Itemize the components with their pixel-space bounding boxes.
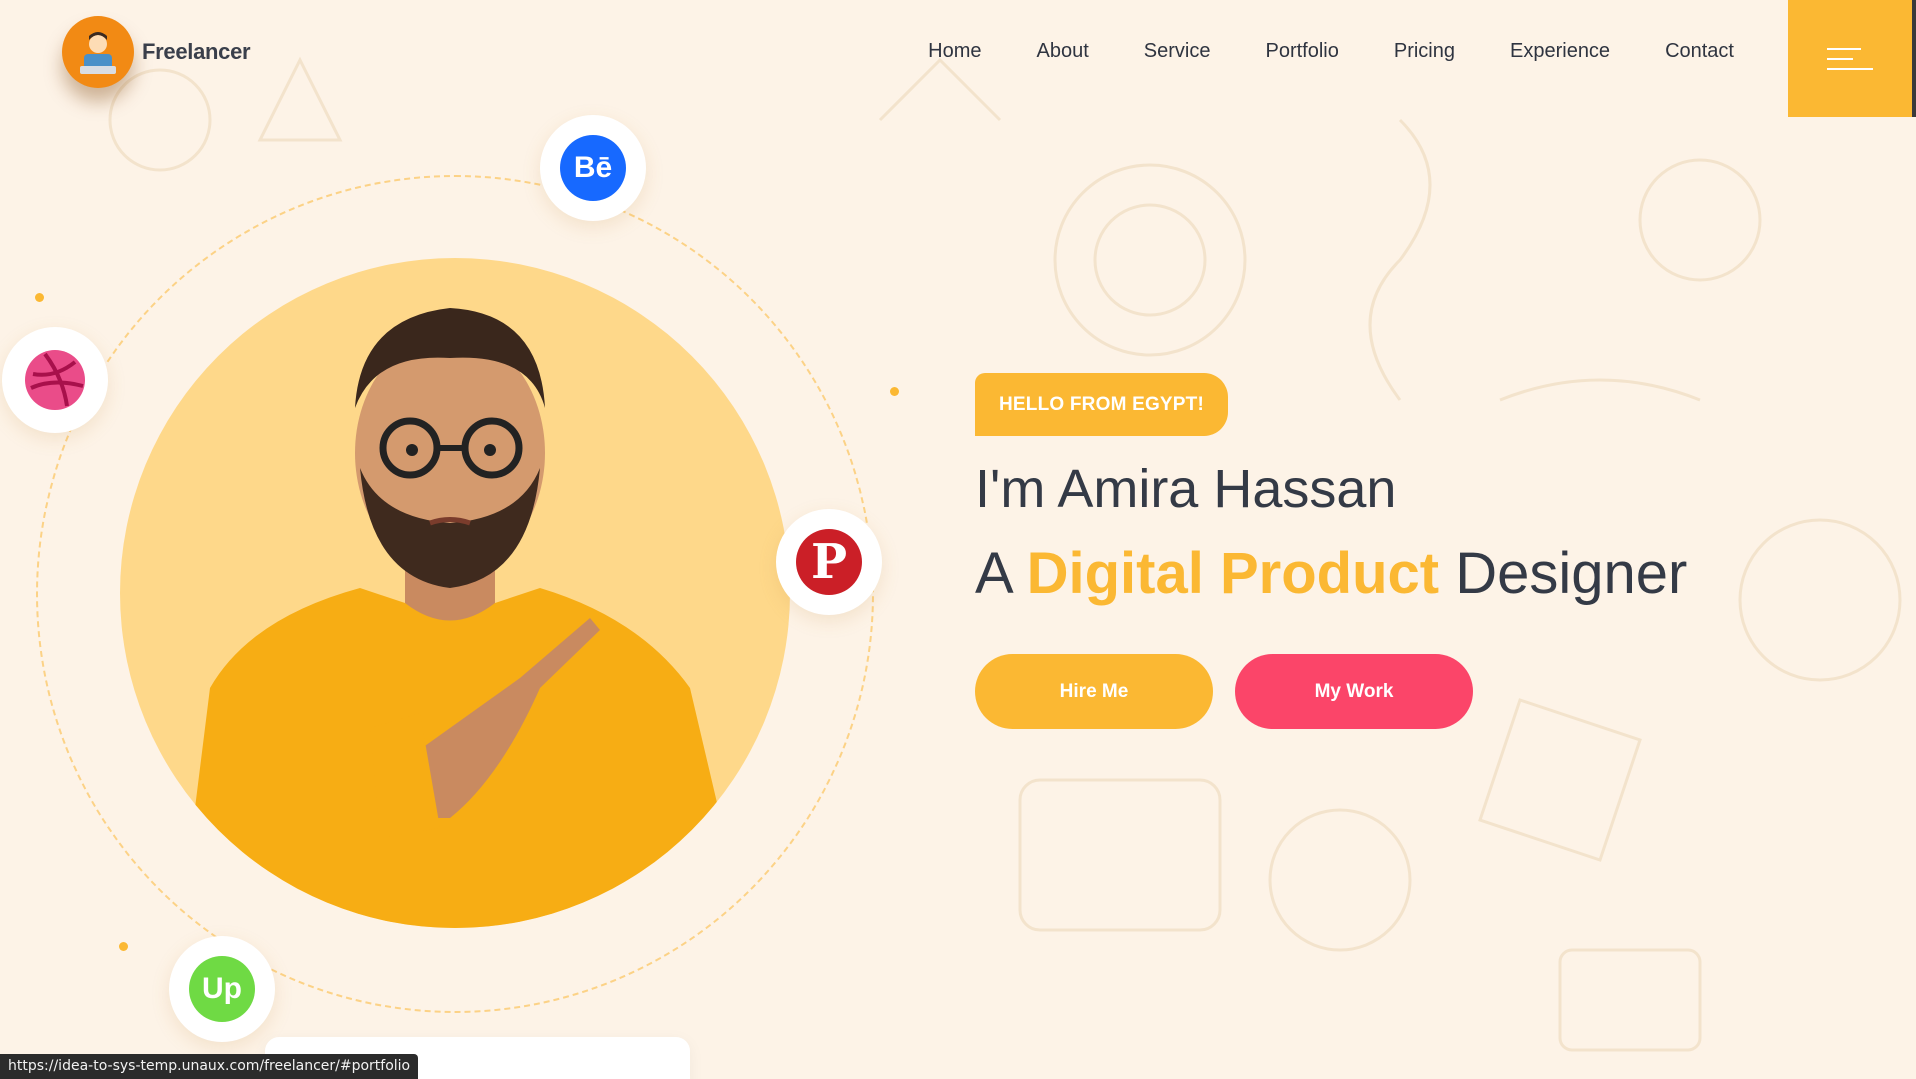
logo[interactable]: Freelancer <box>62 16 251 88</box>
hero-portrait <box>120 258 790 928</box>
decor-dot <box>890 387 899 396</box>
greeting-badge: HELLO FROM EGYPT! <box>975 373 1229 436</box>
main-nav: Home About Service Portfolio Pricing Exp… <box>873 40 1734 63</box>
nav-home[interactable]: Home <box>928 40 981 63</box>
decor-dot <box>35 293 44 302</box>
nav-pricing[interactable]: Pricing <box>1394 40 1455 63</box>
role-heading: A Digital Product Designer <box>975 540 1687 607</box>
hamburger-menu-button[interactable] <box>1788 0 1912 117</box>
role-suffix: Designer <box>1455 541 1688 606</box>
nav-contact[interactable]: Contact <box>1665 40 1734 63</box>
logo-text: Freelancer <box>142 39 251 64</box>
behance-icon: Bē <box>560 135 626 201</box>
logo-avatar-icon <box>62 16 134 88</box>
intro-heading: I'm Amira Hassan <box>975 459 1397 519</box>
my-work-button[interactable]: My Work <box>1235 654 1473 729</box>
pinterest-icon: P <box>796 529 862 595</box>
role-prefix: A <box>975 541 1011 606</box>
dribbble-link[interactable] <box>2 327 108 433</box>
nav-experience[interactable]: Experience <box>1510 40 1610 63</box>
pinterest-link[interactable]: P <box>776 509 882 615</box>
upwork-icon: Up <box>189 956 255 1022</box>
status-bar-url: https://idea-to-sys-temp.unaux.com/freel… <box>0 1054 419 1079</box>
decor-dot <box>119 942 128 951</box>
nav-service[interactable]: Service <box>1144 40 1211 63</box>
hamburger-icon <box>1827 47 1873 70</box>
hire-me-button[interactable]: Hire Me <box>975 654 1213 729</box>
role-highlight: Digital Product <box>1026 541 1440 606</box>
upwork-link[interactable]: Up <box>169 936 275 1042</box>
scrollbar-thumb[interactable] <box>1912 0 1916 117</box>
nav-portfolio[interactable]: Portfolio <box>1265 40 1338 63</box>
nav-about[interactable]: About <box>1037 40 1089 63</box>
behance-link[interactable]: Bē <box>540 115 646 221</box>
dribbble-icon <box>22 347 88 413</box>
